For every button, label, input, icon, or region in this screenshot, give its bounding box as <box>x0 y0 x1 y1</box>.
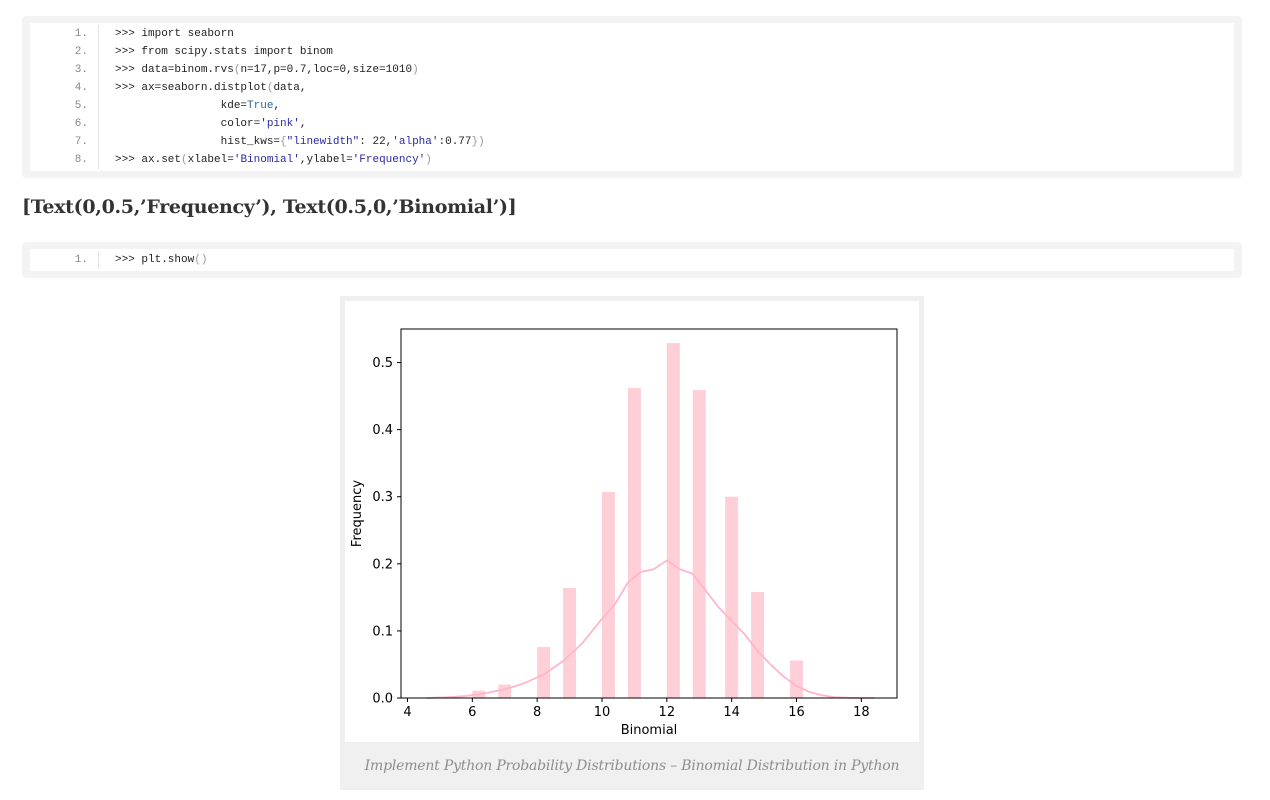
histogram-bar <box>666 343 680 698</box>
distribution-chart: 4 6 8 10 12 14 16 18 0.0 0.1 0.2 0.3 0.4 0.5 Binomial F… <box>350 328 898 738</box>
histogram-bar <box>498 684 512 698</box>
line-number: 8. <box>30 151 99 169</box>
histogram-bar <box>692 390 706 698</box>
x-tick-label: 8 <box>533 705 541 720</box>
x-axis-label: Binomial <box>621 723 678 738</box>
x-tick-label: 10 <box>594 705 611 720</box>
histogram-bar <box>790 660 803 698</box>
code-output-text: [Text(0,0.5,’Frequency’), Text(0.5,0,’Bi… <box>22 196 517 218</box>
code-text: color='pink', <box>115 118 307 130</box>
code-text: >>> ax.set(xlabel='Binomial',ylabel='Fre… <box>115 154 432 166</box>
code-block-1-line: 6. color='pink', <box>30 115 1234 133</box>
code-block-2: 1. >>> plt.show() <box>22 242 1242 278</box>
x-tick-label: 12 <box>659 705 676 720</box>
figure: 4 6 8 10 12 14 16 18 0.0 0.1 0.2 0.3 0.4 0.5 Binomial F… <box>340 296 924 790</box>
line-number: 7. <box>30 133 99 151</box>
x-tick-label: 16 <box>788 705 805 720</box>
plot-image: 4 6 8 10 12 14 16 18 0.0 0.1 0.2 0.3 0.4 0.5 Binomial F… <box>345 301 919 742</box>
code-text: >>> import seaborn <box>115 28 234 40</box>
code-text: >>> from scipy.stats import binom <box>115 46 333 58</box>
y-axis-label: Frequency <box>350 480 365 547</box>
line-number: 3. <box>30 61 99 79</box>
code-block-1-line: 8. >>> ax.set(xlabel='Binomial',ylabel='F… <box>30 151 1234 169</box>
code-block-1-line: 1. >>> import seaborn <box>30 25 1234 43</box>
line-number: 4. <box>30 79 99 97</box>
code-block-1-line: 2. >>> from scipy.stats import binom <box>30 43 1234 61</box>
line-number: 5. <box>30 97 99 115</box>
code-text: >>> data=binom.rvs(n=17,p=0.7,loc=0,size… <box>115 64 419 76</box>
code-block-1-line: 4. >>> ax=seaborn.distplot(data, <box>30 79 1234 97</box>
figure-caption: Implement Python Probability Distributio… <box>364 758 900 774</box>
code-text: >>> ax=seaborn.distplot(data, <box>115 82 307 94</box>
histogram-bar <box>627 388 641 698</box>
code-block-1: 1. >>> import seaborn 2. >>> from scipy.sta… <box>22 16 1242 178</box>
histogram-bar <box>563 587 577 698</box>
code-block-1-line: 7. hist_kws={"linewidth": 22,'alpha':0.7… <box>30 133 1234 151</box>
y-tick-label: 0.5 <box>372 356 393 371</box>
y-tick-label: 0.1 <box>372 624 393 639</box>
code-block-2-content: 1. >>> plt.show() <box>30 249 1234 271</box>
histogram-bar <box>601 492 615 698</box>
kde-line <box>426 559 875 699</box>
code-text: >>> plt.show() <box>115 254 208 266</box>
y-tick-label: 0.3 <box>372 490 393 505</box>
y-tick-label: 0.0 <box>372 692 393 707</box>
x-tick-label: 6 <box>468 705 476 720</box>
code-text: hist_kws={"linewidth": 22,'alpha':0.77}) <box>115 136 485 148</box>
x-tick-label: 4 <box>403 705 411 720</box>
code-block-1-content: 1. >>> import seaborn 2. >>> from scipy.sta… <box>30 23 1234 171</box>
x-tick-label: 14 <box>723 705 740 720</box>
histogram-bar <box>725 496 739 698</box>
x-tick-label: 18 <box>853 705 870 720</box>
code-block-1-line: 5. kde=True, <box>30 97 1234 115</box>
code-block-2-line: 1. >>> plt.show() <box>30 251 1234 269</box>
code-text: kde=True, <box>115 100 281 112</box>
y-tick-label: 0.2 <box>372 557 393 572</box>
histogram-bar <box>537 647 551 698</box>
axes-frame <box>400 328 898 699</box>
line-number: 1. <box>30 251 99 269</box>
line-number: 1. <box>30 25 99 43</box>
line-number: 6. <box>30 115 99 133</box>
y-tick-label: 0.4 <box>372 423 393 438</box>
code-block-1-line: 3. >>> data=binom.rvs(n=17,p=0.7,loc=0,si… <box>30 61 1234 79</box>
line-number: 2. <box>30 43 99 61</box>
